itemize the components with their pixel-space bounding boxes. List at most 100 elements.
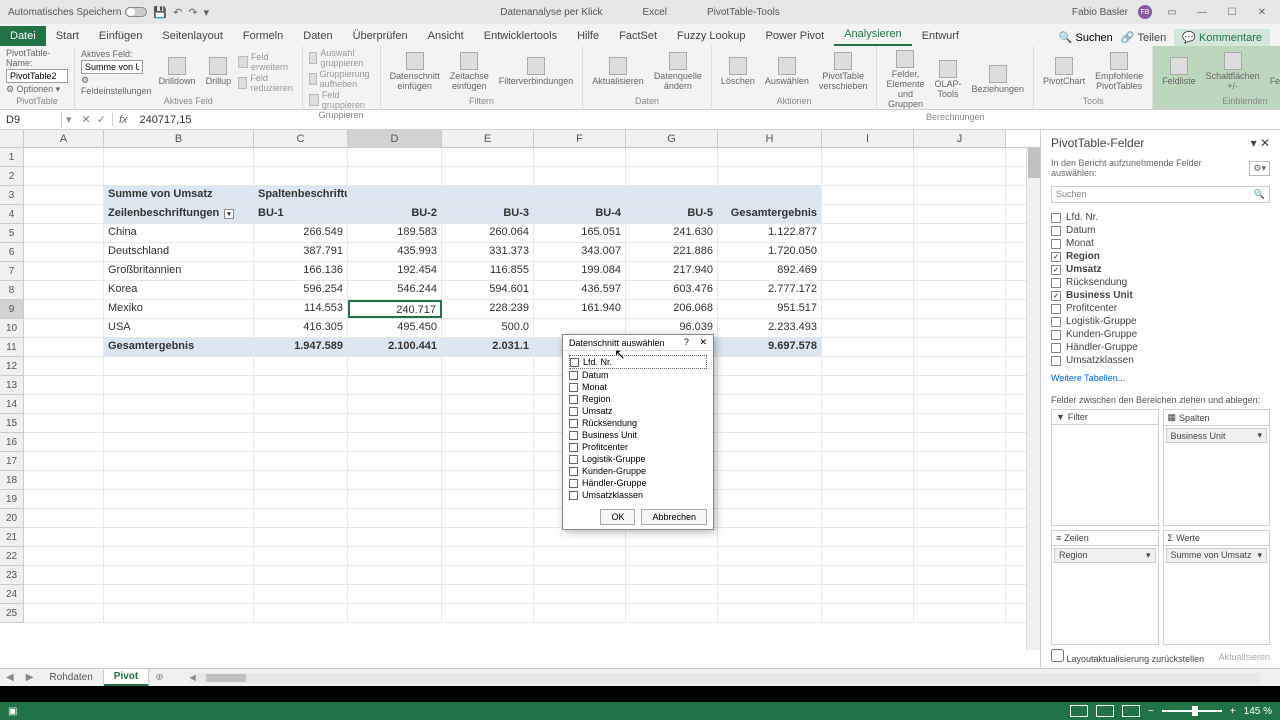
values-area[interactable]: ΣWerte Summe von Umsatz▾: [1163, 530, 1271, 646]
cell[interactable]: [914, 528, 1006, 546]
field-search-input[interactable]: Suchen🔍: [1051, 186, 1270, 203]
pivot-field-item[interactable]: Monat: [1051, 237, 1270, 250]
pivot-field-item[interactable]: Logistik-Gruppe: [1051, 315, 1270, 328]
row-header-13[interactable]: 13: [0, 376, 24, 395]
cell[interactable]: [718, 186, 822, 204]
row-header-6[interactable]: 6: [0, 243, 24, 262]
save-icon[interactable]: 💾: [153, 6, 167, 19]
cell[interactable]: [534, 167, 626, 185]
cell[interactable]: Summe von Umsatz: [104, 186, 254, 204]
pivot-field-item[interactable]: Region: [1051, 250, 1270, 263]
cell[interactable]: 228.239: [442, 300, 534, 318]
cell[interactable]: [626, 547, 718, 565]
cell[interactable]: [348, 490, 442, 508]
sheet-tab-pivot[interactable]: Pivot: [104, 669, 149, 686]
cell[interactable]: [442, 395, 534, 413]
tab-start[interactable]: Start: [46, 26, 89, 46]
cell[interactable]: 199.084: [534, 262, 626, 280]
cell[interactable]: [718, 395, 822, 413]
formula-input[interactable]: 240717,15: [134, 112, 1280, 128]
cell[interactable]: [348, 167, 442, 185]
cell[interactable]: [348, 509, 442, 527]
cell[interactable]: [24, 528, 104, 546]
cell[interactable]: [24, 262, 104, 280]
cell[interactable]: [718, 167, 822, 185]
col-header-b[interactable]: B: [104, 130, 254, 147]
cell[interactable]: 1.122.877: [718, 224, 822, 242]
cell[interactable]: [24, 357, 104, 375]
cell[interactable]: [914, 547, 1006, 565]
cell[interactable]: [822, 376, 914, 394]
cell[interactable]: [24, 338, 104, 356]
field-pane-close-icon[interactable]: ✕: [1260, 136, 1270, 150]
cell[interactable]: 546.244: [348, 281, 442, 299]
active-field-input[interactable]: [81, 60, 143, 74]
cell[interactable]: [718, 414, 822, 432]
cell[interactable]: [534, 528, 626, 546]
recommended-button[interactable]: Empfohlene PivotTables: [1092, 50, 1146, 94]
cell[interactable]: [254, 433, 348, 451]
cell[interactable]: [348, 547, 442, 565]
col-header-g[interactable]: G: [626, 130, 718, 147]
cell[interactable]: Mexiko: [104, 300, 254, 318]
cell[interactable]: [822, 433, 914, 451]
cell[interactable]: 2.100.441: [348, 338, 442, 356]
cell[interactable]: [254, 395, 348, 413]
cell[interactable]: [104, 357, 254, 375]
cell[interactable]: BU-5: [626, 205, 718, 223]
name-box[interactable]: D9: [0, 112, 62, 128]
ribbon-search[interactable]: 🔍 Suchen: [1059, 31, 1113, 44]
cell[interactable]: [534, 566, 626, 584]
row-header-15[interactable]: 15: [0, 414, 24, 433]
cell[interactable]: 166.136: [254, 262, 348, 280]
cell[interactable]: [718, 566, 822, 584]
row-header-18[interactable]: 18: [0, 471, 24, 490]
minimize-icon[interactable]: —: [1192, 5, 1212, 19]
fx-icon[interactable]: fx: [113, 114, 134, 126]
share-button[interactable]: 🔗 Teilen: [1121, 31, 1166, 44]
vertical-scrollbar[interactable]: [1026, 148, 1040, 650]
normal-view-icon[interactable]: [1070, 705, 1088, 717]
dialog-ok-button[interactable]: OK: [600, 509, 635, 525]
cell[interactable]: [104, 167, 254, 185]
cell[interactable]: 241.630: [626, 224, 718, 242]
cell[interactable]: [104, 376, 254, 394]
cell[interactable]: [718, 490, 822, 508]
cell[interactable]: [254, 414, 348, 432]
cell[interactable]: 594.601: [442, 281, 534, 299]
dialog-cancel-button[interactable]: Abbrechen: [641, 509, 707, 525]
cell[interactable]: [24, 376, 104, 394]
select-all-button[interactable]: [0, 130, 24, 147]
cell[interactable]: 603.476: [626, 281, 718, 299]
cell[interactable]: 2.233.493: [718, 319, 822, 337]
cell[interactable]: [822, 281, 914, 299]
cell[interactable]: Zeilenbeschriftungen ▾: [104, 205, 254, 223]
cell[interactable]: [914, 338, 1006, 356]
cell[interactable]: 161.940: [534, 300, 626, 318]
cell[interactable]: [914, 509, 1006, 527]
cell[interactable]: [822, 186, 914, 204]
cell[interactable]: [348, 148, 442, 166]
cell[interactable]: [914, 452, 1006, 470]
cell[interactable]: [822, 452, 914, 470]
enter-formula-icon[interactable]: ✓: [97, 113, 106, 126]
cell[interactable]: [914, 300, 1006, 318]
cell[interactable]: [626, 604, 718, 622]
cell[interactable]: [254, 547, 348, 565]
cell[interactable]: [104, 471, 254, 489]
cell[interactable]: [442, 186, 534, 204]
cell[interactable]: [822, 566, 914, 584]
cell[interactable]: [822, 357, 914, 375]
cell[interactable]: [718, 528, 822, 546]
cell[interactable]: [822, 395, 914, 413]
cell[interactable]: Gesamtergebnis: [718, 205, 822, 223]
relations-button[interactable]: Beziehungen: [969, 63, 1028, 97]
tab-hilfe[interactable]: Hilfe: [567, 26, 609, 46]
horizontal-scrollbar[interactable]: ◀: [190, 673, 1260, 683]
slicer-field-item[interactable]: Monat: [569, 381, 707, 393]
row-header-8[interactable]: 8: [0, 281, 24, 300]
cell[interactable]: [442, 376, 534, 394]
cell[interactable]: [24, 585, 104, 603]
cell[interactable]: [914, 224, 1006, 242]
pivot-field-item[interactable]: Umsatz: [1051, 263, 1270, 276]
